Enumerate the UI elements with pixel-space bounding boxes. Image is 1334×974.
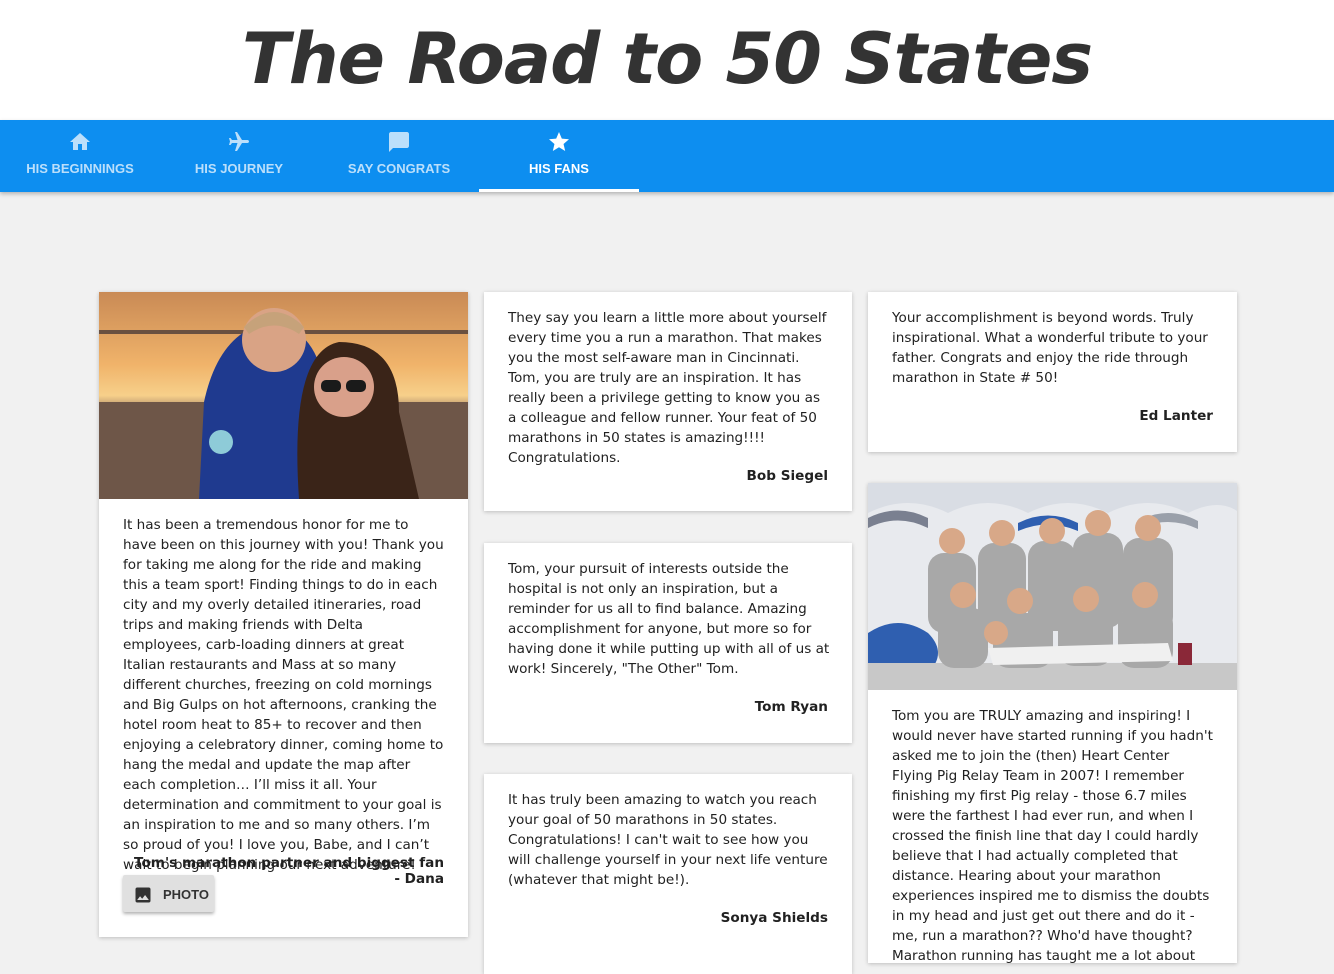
active-tab-indicator: [479, 189, 639, 192]
star-icon: [549, 132, 569, 151]
relay-team-group-photo: [868, 483, 1237, 690]
home-icon: [70, 133, 90, 150]
fan-signature: Sonya Shields: [720, 910, 828, 926]
image-icon: [135, 887, 151, 903]
photo-button-label: PHOTO: [163, 887, 209, 902]
fan-message: They say you learn a little more about y…: [508, 310, 827, 466]
tab-his-beginnings[interactable]: HIS BEGINNINGS: [0, 120, 160, 192]
tab-his-fans[interactable]: HIS FANS: [479, 120, 639, 192]
fan-message: It has truly been amazing to watch you r…: [508, 792, 828, 888]
airplane-icon: [229, 132, 249, 151]
tab-label: HIS FANS: [529, 161, 589, 176]
fan-message: It has been a tremendous honor for me to…: [123, 517, 444, 873]
tab-label: SAY CONGRATS: [347, 161, 451, 176]
site-header: The Road to 50 States: [0, 0, 1334, 120]
fan-message: Tom, your pursuit of interests outside t…: [508, 561, 830, 677]
fan-card-tom-ryan: Tom, your pursuit of interests outside t…: [484, 543, 852, 743]
sunset-beach-photo: [99, 292, 468, 499]
tab-label: HIS BEGINNINGS: [26, 161, 134, 176]
photo-button[interactable]: PHOTO: [123, 875, 214, 912]
fan-signature: Bob Siegel: [746, 468, 828, 484]
main-nav: HIS BEGINNINGS HIS JOURNEY SAY CONGRATS …: [0, 120, 1334, 192]
fan-message: Your accomplishment is beyond words. Tru…: [892, 310, 1208, 386]
tab-say-congrats[interactable]: SAY CONGRATS: [319, 120, 479, 192]
chat-bubble-icon: [389, 132, 409, 152]
tab-label: HIS JOURNEY: [194, 161, 284, 176]
fan-card-bob-siegel: They say you learn a little more about y…: [484, 292, 852, 511]
fan-card-sonya-shields: It has truly been amazing to watch you r…: [484, 774, 852, 974]
fan-signature: Ed Lanter: [1139, 408, 1213, 424]
tab-his-journey[interactable]: HIS JOURNEY: [159, 120, 319, 192]
fan-card-dana: It has been a tremendous honor for me to…: [99, 292, 468, 937]
fan-message: Tom you are TRULY amazing and inspiring!…: [892, 708, 1213, 963]
fan-card-ed-lanter: Your accomplishment is beyond words. Tru…: [868, 292, 1237, 452]
fan-card-relay-team: Tom you are TRULY amazing and inspiring!…: [868, 483, 1237, 963]
fan-signature: Tom Ryan: [754, 699, 828, 715]
site-title: The Road to 50 States: [241, 18, 1093, 100]
